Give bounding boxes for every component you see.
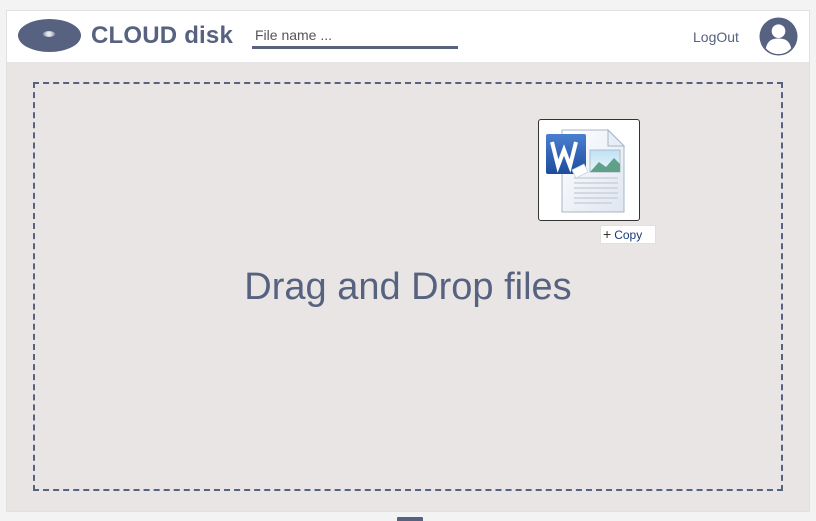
drop-zone-label: Drag and Drop files [244,266,572,308]
user-avatar-icon[interactable] [759,17,798,56]
word-document-icon [546,128,626,213]
top-header: CLOUD disk LogOut [7,11,809,63]
disk-logo-hole [43,31,55,37]
dragged-file-preview [538,119,640,221]
drag-copy-badge: + Copy [600,225,656,244]
drop-zone[interactable]: Drag and Drop files [33,82,783,491]
app-window: CLOUD disk LogOut Drag and Drop files [7,11,809,511]
plus-icon: + [603,226,612,242]
file-name-search-input[interactable] [252,24,458,49]
copy-label: Copy [614,228,643,242]
brand-title: CLOUD disk [91,22,234,49]
disk-logo-icon [18,19,81,52]
logout-button[interactable]: LogOut [693,29,739,45]
bottom-scroll-handle[interactable] [397,517,423,521]
